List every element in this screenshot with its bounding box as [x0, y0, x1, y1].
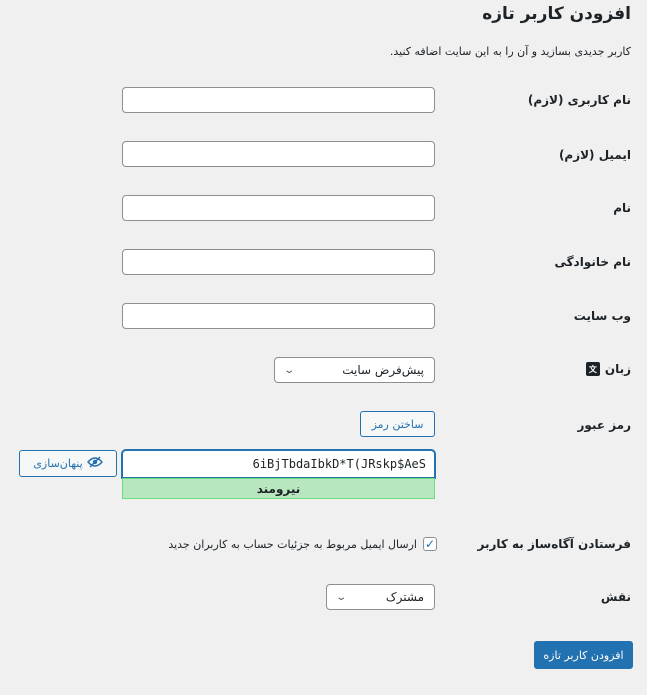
- last-name-input[interactable]: [122, 249, 435, 275]
- role-label: نقش: [600, 590, 631, 604]
- email-input[interactable]: [122, 141, 435, 167]
- notify-checkbox[interactable]: ✓: [423, 537, 437, 551]
- username-input[interactable]: [122, 87, 435, 113]
- language-select[interactable]: پیش‌فرض سایت ⌄: [274, 357, 435, 383]
- language-label: زبان 文: [585, 362, 631, 376]
- notify-text: ارسال ایمیل مربوط به جزئیات حساب به کارب…: [168, 537, 417, 551]
- generate-password-button[interactable]: ساختن رمز: [360, 411, 435, 437]
- email-label: ایمیل (لازم): [558, 148, 631, 162]
- first-name-label: نام: [613, 201, 631, 215]
- notify-label: فرستادن آگاه‌ساز به کاربر: [477, 537, 631, 551]
- notify-checkbox-row[interactable]: ✓ ارسال ایمیل مربوط به جزئیات حساب به کا…: [168, 537, 437, 551]
- page-description: کاربر جدیدی بسازید و آن را به این سایت ا…: [389, 45, 631, 58]
- username-label: نام کاربری (لازم): [527, 93, 631, 107]
- password-label: رمز عبور: [577, 418, 631, 432]
- chevron-down-icon: ⌄: [283, 364, 296, 376]
- password-input[interactable]: 6iBjTbdaIbkD*T(JRskp$AeS: [122, 450, 435, 478]
- eye-slash-icon: [86, 456, 103, 471]
- first-name-input[interactable]: [122, 195, 435, 221]
- last-name-label: نام خانوادگی: [554, 255, 631, 269]
- website-input[interactable]: [122, 303, 435, 329]
- website-label: وب سایت: [573, 309, 631, 323]
- add-user-button[interactable]: افزودن کاربر تازه: [534, 641, 633, 669]
- password-strength-meter: نیرومند: [122, 478, 435, 499]
- hide-password-button[interactable]: پنهان‌سازی: [19, 450, 117, 477]
- role-select[interactable]: مشترک ⌄: [326, 584, 435, 610]
- translation-icon: 文: [585, 362, 600, 376]
- chevron-down-icon: ⌄: [335, 591, 348, 603]
- page-title: افزودن کاربر تازه: [482, 4, 631, 24]
- role-select-value: مشترک: [385, 590, 424, 604]
- language-select-value: پیش‌فرض سایت: [342, 363, 424, 377]
